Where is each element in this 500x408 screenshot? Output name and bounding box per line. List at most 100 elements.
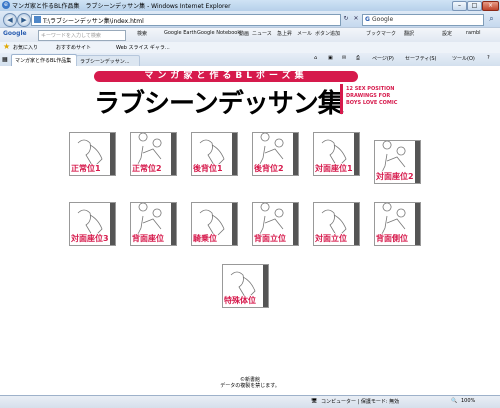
pose-label: 後背位2	[254, 164, 284, 173]
pose-sketch-stroke	[258, 203, 284, 237]
page-title: ラブシーンデッサン集	[94, 89, 344, 119]
zoom-level[interactable]: 100%	[461, 398, 475, 404]
google-notebook-button[interactable]: Google Notebook	[197, 30, 240, 36]
pose-label: 背面側位	[376, 234, 408, 243]
pose-sketch-stroke	[136, 133, 162, 167]
search-go-icon[interactable]: ⌕	[486, 14, 497, 24]
favorites-bar: ★ お気に入り おすすめサイト Web スライス ギャラ...	[0, 42, 500, 53]
pose-thumb[interactable]: 後背位2	[252, 132, 299, 176]
pose-label: 正常位2	[132, 164, 162, 173]
print-icon[interactable]: ⎙	[356, 55, 360, 61]
pose-thumb[interactable]: 背面座位	[130, 202, 177, 246]
minimize-button[interactable]: –	[452, 1, 467, 11]
pose-label: 対面座位1	[315, 164, 353, 173]
pose-thumb[interactable]: 正常位2	[130, 132, 177, 176]
mail-icon[interactable]: ✉	[342, 55, 346, 61]
tools-menu[interactable]: ツール(O)	[452, 55, 475, 62]
webslice-gallery-button[interactable]: Web スライス ギャラ...	[116, 44, 170, 51]
translate-button[interactable]: 翻訳	[404, 30, 414, 37]
forward-button[interactable]: ▶	[17, 13, 31, 27]
google-logo: Google	[3, 30, 27, 37]
close-button[interactable]: ×	[482, 1, 499, 11]
banner: マンガ家と作るBLポーズ集	[94, 71, 358, 82]
stop-icon[interactable]: ✕	[351, 14, 361, 24]
security-zone: コンピューター | 保護モード: 無効	[321, 399, 400, 405]
user-button[interactable]: rambl	[466, 30, 481, 36]
pose-sketch-stroke	[258, 133, 284, 167]
pose-label: 対面座位3	[71, 234, 109, 243]
pose-sketch-stroke	[321, 139, 347, 166]
pose-label: 対面立位	[315, 234, 347, 243]
pose-thumb[interactable]: 対面座位3	[69, 202, 116, 246]
zoom-icon: 🔍	[451, 398, 458, 404]
settings-button[interactable]: 設定	[442, 30, 452, 37]
pose-label: 特殊体位	[224, 296, 256, 305]
refresh-icon[interactable]: ↻	[341, 14, 351, 24]
pose-sketch-stroke	[199, 209, 225, 236]
subtitle-line: 12 SEX POSITION	[346, 86, 395, 92]
pose-label: 騎乗位	[193, 234, 217, 243]
command-bar: ⌂ ▣ ✉ ⎙ ページ(P) セーフティ(S) ツール(O) ?	[0, 53, 500, 66]
address-toolbar: ◀ ▶ T:\ラブシーンデッサン集\index.html ↻ ✕ G Googl…	[0, 11, 500, 27]
title-accent-bar	[340, 84, 343, 114]
pose-sketch-stroke	[136, 203, 162, 237]
favorites-star-icon: ★	[3, 42, 11, 51]
safety-menu[interactable]: セーフティ(S)	[405, 55, 436, 62]
help-menu[interactable]: ?	[487, 55, 490, 61]
copyright: ©新書館 データの複製を禁じます。	[0, 377, 500, 389]
pose-thumb[interactable]: 対面立位	[313, 202, 360, 246]
pose-thumb[interactable]: 後背位1	[191, 132, 238, 176]
pose-sketch-stroke	[230, 271, 256, 298]
subtitle-line: BOYS LOVE COMIC	[346, 100, 398, 106]
google-toolbar-placeholder: キーワードを入力して検索	[41, 33, 101, 39]
search-engine-label: Google	[372, 16, 394, 23]
pose-thumb[interactable]: 対面座位2	[374, 140, 421, 184]
address-url: T:\ラブシーンデッサン集\index.html	[43, 18, 144, 25]
pose-label: 後背位1	[193, 164, 223, 173]
subtitle-line: DRAWINGS FOR	[346, 93, 391, 99]
tab-row: ▦ マンガ家と作るBL作品集 ラブシーンデッサン... ⌂ ▣ ✉ ⎙ ページ(…	[0, 53, 500, 67]
zone-icon: 🖥	[311, 398, 318, 404]
back-button[interactable]: ◀	[3, 13, 17, 27]
pose-thumb[interactable]: 正常位1	[69, 132, 116, 176]
page-icon	[34, 16, 41, 23]
bookmarks-button[interactable]: ブックマーク	[366, 30, 396, 37]
video-button[interactable]: 動画	[239, 30, 249, 37]
pose-sketch-stroke	[380, 203, 406, 237]
google-earth-button[interactable]: Google Earth	[164, 30, 197, 36]
search-input[interactable]: G Google	[362, 14, 484, 26]
pose-label: 背面立位	[254, 234, 286, 243]
address-field[interactable]: T:\ラブシーンデッサン集\index.html	[31, 14, 341, 26]
pose-thumb[interactable]: 背面立位	[252, 202, 299, 246]
google-search-icon: G	[365, 16, 370, 23]
pose-label: 正常位1	[71, 164, 101, 173]
pose-thumb[interactable]: 騎乗位	[191, 202, 238, 246]
add-button-button[interactable]: ボタン追加	[315, 30, 340, 37]
ie-icon: e	[2, 1, 10, 9]
page-menu[interactable]: ページ(P)	[372, 55, 394, 62]
mail-button[interactable]: メール	[297, 30, 312, 37]
pose-thumb[interactable]: 対面座位1	[313, 132, 360, 176]
home-icon[interactable]: ⌂	[314, 55, 317, 61]
news-button[interactable]: ニュース	[252, 30, 272, 37]
status-bar: 🖥 コンピューター | 保護モード: 無効 🔍 100%	[0, 395, 500, 408]
pose-sketch-stroke	[77, 139, 103, 166]
banner-text: マンガ家と作るBLポーズ集	[144, 71, 308, 81]
maximize-button[interactable]: □	[467, 1, 482, 11]
pose-label: 対面座位2	[376, 172, 414, 181]
subtitle: 12 SEX POSITION DRAWINGS FOR BOYS LOVE C…	[346, 86, 397, 107]
pose-thumb[interactable]: 特殊体位	[222, 264, 269, 308]
pose-sketch-stroke	[380, 141, 406, 175]
pose-thumb[interactable]: 背面側位	[374, 202, 421, 246]
feeds-icon[interactable]: ▣	[328, 55, 333, 61]
window-title: マンガ家と作るBL作品集 ラブシーンデッサン集 - Windows Intern…	[12, 3, 231, 10]
suggested-sites-button[interactable]: おすすめサイト	[56, 44, 91, 51]
google-search-button[interactable]: 検索	[137, 30, 147, 37]
pose-sketch-stroke	[199, 139, 225, 166]
pose-sketch-stroke	[321, 209, 347, 236]
pose-label: 背面座位	[132, 234, 164, 243]
google-toolbar-input[interactable]: キーワードを入力して検索	[38, 30, 126, 41]
pose-sketch-stroke	[77, 209, 103, 236]
trending-button[interactable]: 急上昇	[277, 30, 292, 37]
favorites-button[interactable]: お気に入り	[13, 44, 38, 51]
